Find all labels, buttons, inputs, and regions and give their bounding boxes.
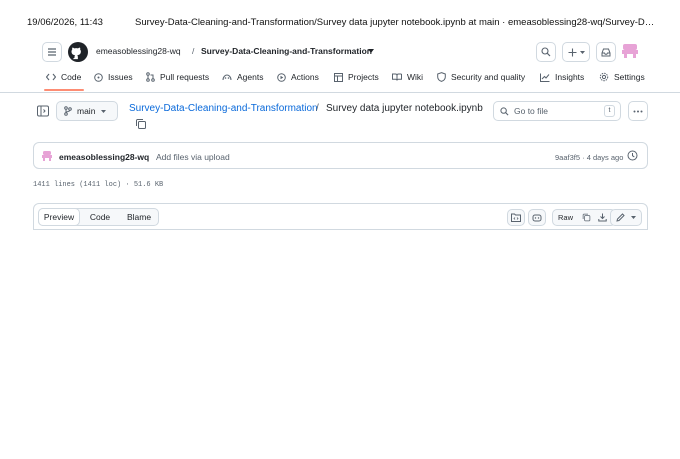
folder-code-icon <box>511 213 521 222</box>
caret-down-icon <box>579 50 585 54</box>
caret-down-icon <box>631 216 636 219</box>
global-header: emeasoblessing28-wq / Survey-Data-Cleani… <box>40 40 650 66</box>
more-options-button[interactable] <box>628 101 648 121</box>
book-icon <box>392 73 402 81</box>
table-icon <box>334 72 343 82</box>
issue-icon <box>94 72 103 82</box>
agents-icon <box>222 73 232 80</box>
raw-copy-download-group: Raw <box>552 209 616 226</box>
inbox-icon <box>601 48 611 56</box>
tab-label: Issues <box>108 72 133 82</box>
go-to-file-input[interactable]: Go to file t <box>493 101 621 121</box>
caret-down-icon[interactable] <box>368 49 374 53</box>
tab-label: Code <box>61 72 82 82</box>
tab-label: Agents <box>237 72 264 82</box>
owner-repo-separator: / <box>192 46 195 56</box>
tab-settings[interactable]: Settings <box>599 72 645 82</box>
user-avatar-icon <box>622 44 638 58</box>
breadcrumb-file-name: Survey data jupyter notebook.ipynb <box>326 103 483 114</box>
inbox-button[interactable] <box>596 42 616 62</box>
open-symbols-button[interactable] <box>507 209 525 226</box>
tab-actions[interactable]: Actions <box>277 72 319 82</box>
search-button[interactable] <box>536 42 556 62</box>
tab-label: Wiki <box>407 72 424 82</box>
raw-button[interactable]: Raw <box>558 213 573 222</box>
latest-commit-box: emeasoblessing28-wq Add files via upload… <box>33 142 648 169</box>
history-icon[interactable] <box>627 150 638 161</box>
plus-icon <box>568 48 576 56</box>
copilot-button[interactable] <box>528 209 546 226</box>
blame-view-tab[interactable]: Blame <box>119 209 159 225</box>
menu-button[interactable] <box>42 42 62 62</box>
tab-pull-requests[interactable]: Pull requests <box>146 72 209 82</box>
tab-code[interactable]: Code <box>46 72 81 82</box>
tab-projects[interactable]: Projects <box>334 72 379 82</box>
owner-link[interactable]: emeasoblessing28-wq <box>96 46 181 56</box>
pull-request-icon <box>146 72 155 82</box>
tab-label: Pull requests <box>160 72 210 82</box>
code-icon <box>46 73 56 81</box>
print-datetime: 19/06/2026, 11:43 <box>27 17 103 28</box>
branch-selector[interactable]: main <box>56 101 118 121</box>
caret-down-icon <box>101 109 107 113</box>
print-header: 19/06/2026, 11:43 Survey-Data-Cleaning-a… <box>0 17 680 29</box>
tab-label: Actions <box>291 72 319 82</box>
gear-icon <box>599 72 609 82</box>
avatar[interactable] <box>620 41 640 61</box>
file-size-info: 1411 lines (1411 loc) · 51.6 KB <box>33 181 164 189</box>
tab-agents[interactable]: Agents <box>222 72 263 82</box>
header-divider <box>0 92 680 93</box>
shield-icon <box>437 72 446 82</box>
menu-icon <box>48 48 56 56</box>
search-icon <box>500 106 509 115</box>
github-logo-icon[interactable] <box>68 42 88 62</box>
tab-label: Projects <box>348 72 379 82</box>
edit-file-button[interactable] <box>610 209 642 226</box>
branch-name: main <box>77 106 96 116</box>
play-icon <box>277 72 286 82</box>
kebab-horizontal-icon <box>633 110 643 112</box>
go-to-file-placeholder: Go to file <box>514 106 549 116</box>
commit-author-avatar[interactable] <box>41 150 53 162</box>
print-page-title: Survey-Data-Cleaning-and-Transformation/… <box>135 17 655 28</box>
commit-author-link[interactable]: emeasoblessing28-wq <box>59 152 149 162</box>
copy-path-icon[interactable] <box>135 118 147 130</box>
commit-sha-and-time[interactable]: 9aaf3f5 · 4 days ago <box>555 153 623 162</box>
copilot-icon <box>532 214 542 222</box>
sidebar-expand-icon[interactable] <box>36 104 50 118</box>
preview-tab[interactable]: Preview <box>38 208 80 226</box>
tab-wiki[interactable]: Wiki <box>392 72 423 82</box>
copy-icon[interactable] <box>582 213 591 222</box>
code-view-tab[interactable]: Code <box>81 209 119 225</box>
file-header-toolbar: Preview Code Blame Raw <box>33 203 648 230</box>
tab-issues[interactable]: Issues <box>94 72 133 82</box>
commit-message-link[interactable]: Add files via upload <box>156 152 230 162</box>
tab-label: Security and quality <box>451 72 526 82</box>
graph-icon <box>540 73 550 82</box>
tab-label: Settings <box>614 72 645 82</box>
breadcrumb-separator: / <box>316 103 319 114</box>
branch-icon <box>64 106 72 116</box>
search-icon <box>541 47 551 57</box>
view-mode-switcher: Preview Code Blame <box>38 208 159 226</box>
repo-link[interactable]: Survey-Data-Cleaning-and-Transformation <box>201 46 372 56</box>
create-new-button[interactable] <box>562 42 590 62</box>
tab-insights[interactable]: Insights <box>540 72 584 82</box>
download-icon[interactable] <box>598 213 607 222</box>
tab-label: Insights <box>555 72 585 82</box>
breadcrumb-repo-link[interactable]: Survey-Data-Cleaning-and-Transformation <box>129 103 318 114</box>
pencil-icon <box>616 213 625 222</box>
selected-tab-underline <box>44 89 84 91</box>
repo-nav-tabs: Code Issues Pull requests Agents Actions… <box>40 70 650 91</box>
keyboard-shortcut-badge: t <box>604 105 615 117</box>
tab-security-and-quality[interactable]: Security and quality <box>437 72 525 82</box>
